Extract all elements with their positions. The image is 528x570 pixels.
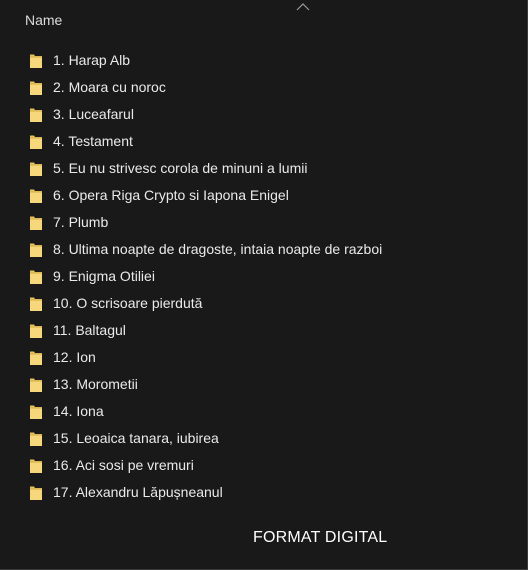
folder-icon (29, 322, 43, 339)
folder-icon (29, 295, 43, 312)
folder-label: 17. Alexandru Lăpușneanul (53, 484, 223, 500)
explorer-window: Name 1. Harap Alb 2. Moara cu noroc 3. Luc… (0, 0, 528, 570)
folder-label: 12. Ion (53, 349, 96, 365)
folder-label: 16. Aci sosi pe vremuri (53, 457, 194, 473)
folder-icon (29, 349, 43, 366)
folder-label: 11. Baltagul (53, 322, 126, 338)
name-column-header[interactable]: Name (25, 12, 62, 28)
folder-label: 13. Morometii (53, 376, 138, 392)
folder-label: 15. Leoaica tanara, iubirea (53, 430, 219, 446)
folder-icon (29, 376, 43, 393)
folder-label: 1. Harap Alb (53, 52, 131, 68)
format-caption: FORMAT DIGITAL (253, 529, 388, 546)
folder-icon (29, 160, 43, 177)
folder-item[interactable]: 5. Eu nu strivesc corola de minuni a lum… (0, 155, 520, 182)
folder-label: 4. Testament (53, 133, 133, 149)
folder-icon (29, 187, 43, 204)
folder-item[interactable]: 9. Enigma Otiliei (0, 263, 520, 290)
folder-item[interactable]: 12. Ion (0, 344, 520, 371)
folder-list: 1. Harap Alb 2. Moara cu noroc 3. Luceafar… (0, 47, 520, 506)
folder-icon (29, 403, 43, 420)
folder-icon (29, 484, 43, 501)
folder-label: 5. Eu nu strivesc corola de minuni a lum… (53, 160, 308, 176)
folder-item[interactable]: 15. Leoaica tanara, iubirea (0, 425, 520, 452)
folder-label: 10. O scrisoare pierdută (53, 295, 203, 311)
folder-item[interactable]: 11. Baltagul (0, 317, 520, 344)
folder-item[interactable]: 14. Iona (0, 398, 520, 425)
folder-item[interactable]: 10. O scrisoare pierdută (0, 290, 520, 317)
chevron-up-icon[interactable] (296, 3, 310, 11)
folder-item[interactable]: 8. Ultima noapte de dragoste, intaia noa… (0, 236, 520, 263)
column-header: Name (0, 0, 520, 44)
folder-label: 3. Luceafarul (53, 106, 134, 122)
folder-item[interactable]: 6. Opera Riga Crypto si Iapona Enigel (0, 182, 520, 209)
folder-label: 14. Iona (53, 403, 104, 419)
folder-item[interactable]: 3. Luceafarul (0, 101, 520, 128)
folder-item[interactable]: 1. Harap Alb (0, 47, 520, 74)
folder-icon (29, 268, 43, 285)
folder-label: 2. Moara cu noroc (53, 79, 166, 95)
folder-icon (29, 106, 43, 123)
folder-item[interactable]: 16. Aci sosi pe vremuri (0, 452, 520, 479)
folder-item[interactable]: 7. Plumb (0, 209, 520, 236)
folder-icon (29, 241, 43, 258)
folder-item[interactable]: 17. Alexandru Lăpușneanul (0, 479, 520, 506)
folder-icon (29, 430, 43, 447)
folder-label: 9. Enigma Otiliei (53, 268, 155, 284)
folder-icon (29, 214, 43, 231)
folder-item[interactable]: 13. Morometii (0, 371, 520, 398)
folder-item[interactable]: 4. Testament (0, 128, 520, 155)
folder-icon (29, 79, 43, 96)
folder-icon (29, 133, 43, 150)
folder-label: 6. Opera Riga Crypto si Iapona Enigel (53, 187, 289, 203)
folder-label: 8. Ultima noapte de dragoste, intaia noa… (53, 241, 383, 257)
folder-icon (29, 457, 43, 474)
folder-item[interactable]: 2. Moara cu noroc (0, 74, 520, 101)
folder-label: 7. Plumb (53, 214, 109, 230)
folder-icon (29, 52, 43, 69)
